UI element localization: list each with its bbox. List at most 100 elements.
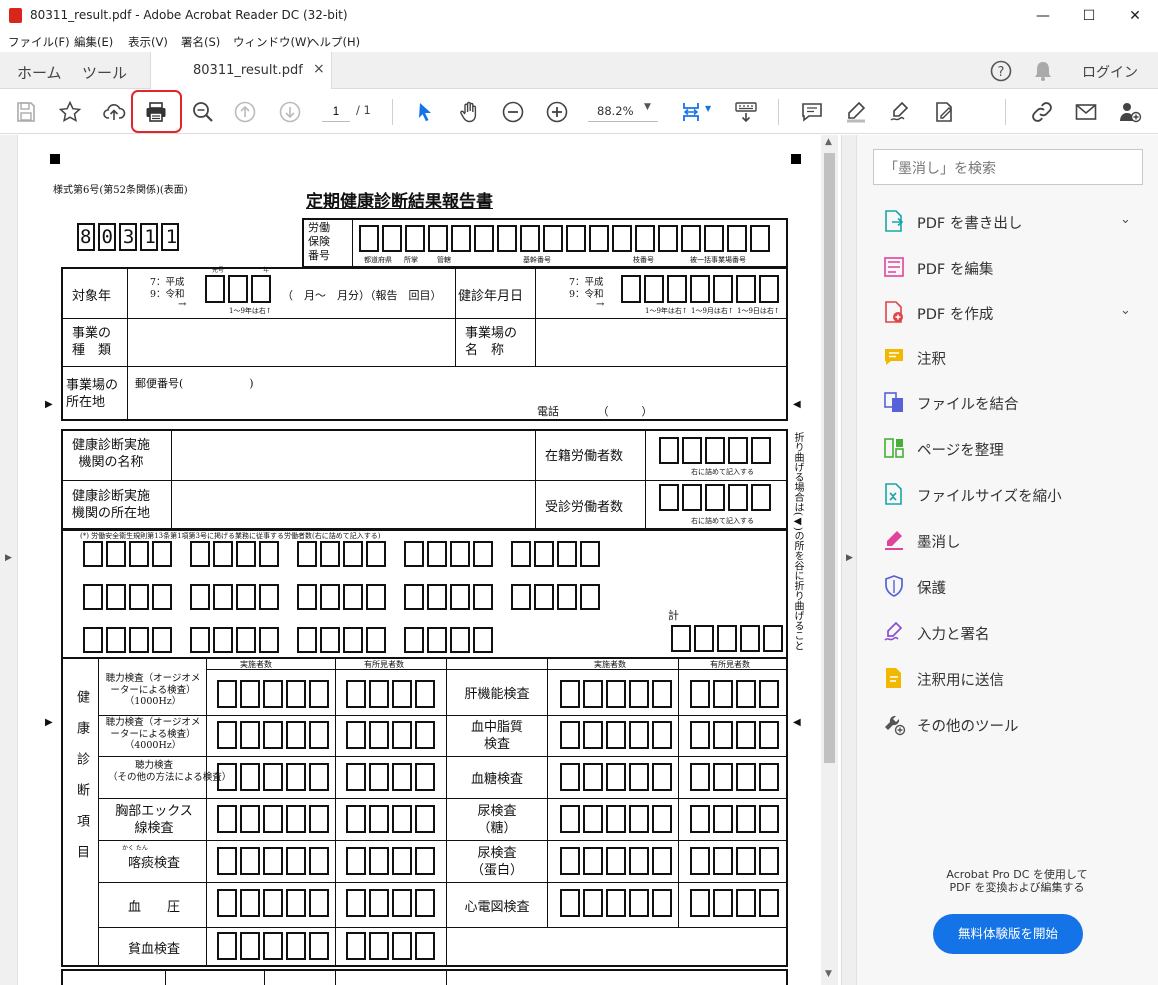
share-link-button[interactable] <box>1027 97 1057 127</box>
tab-home[interactable]: ホーム <box>17 62 62 83</box>
exam-count-field[interactable] <box>560 847 675 875</box>
hazard-row-2[interactable] <box>190 584 282 610</box>
exam-count-field[interactable] <box>217 680 332 708</box>
minimize-button[interactable]: — <box>1020 0 1066 32</box>
exam-count-field[interactable] <box>560 763 675 791</box>
tool-item[interactable]: 入力と署名 <box>877 616 1147 648</box>
exam-count-field[interactable] <box>690 721 782 749</box>
menu-view[interactable]: 表示(V) <box>128 34 168 50</box>
exam-count-field[interactable] <box>217 763 332 791</box>
tool-item[interactable]: 保護 <box>877 570 1147 602</box>
select-tool-button[interactable] <box>410 97 440 127</box>
exam-count-field[interactable] <box>560 805 675 833</box>
bookmark-button[interactable] <box>55 97 85 127</box>
highlight-button[interactable] <box>841 97 871 127</box>
chevron-down-icon[interactable]: ⌄ <box>1120 303 1131 318</box>
close-window-button[interactable]: ✕ <box>1112 0 1158 32</box>
hazard-row-1[interactable] <box>511 541 603 567</box>
scrollbar-thumb[interactable] <box>824 153 835 763</box>
exam-count-field[interactable] <box>560 721 675 749</box>
scroll-mode-button[interactable] <box>731 97 761 127</box>
next-page-button[interactable] <box>275 97 305 127</box>
exam-count-field[interactable] <box>217 847 332 875</box>
exam-count-field[interactable] <box>346 932 438 960</box>
page-number-input[interactable] <box>322 102 350 122</box>
hand-tool-button[interactable] <box>454 97 484 127</box>
exam-count-field[interactable] <box>217 932 332 960</box>
help-icon[interactable]: ? <box>989 59 1013 83</box>
save-button[interactable] <box>11 97 41 127</box>
tool-item[interactable]: 注釈用に送信 <box>877 662 1147 694</box>
exam-count-field[interactable] <box>560 680 675 708</box>
draw-button[interactable] <box>885 97 915 127</box>
tool-item[interactable]: その他のツール <box>877 708 1147 740</box>
tool-item[interactable]: 注釈 <box>877 341 1147 373</box>
hazard-row-2[interactable] <box>83 584 175 610</box>
add-user-button[interactable] <box>1115 97 1145 127</box>
comment-button[interactable] <box>797 97 827 127</box>
close-tab-icon[interactable]: × <box>313 61 325 77</box>
examined-workers-boxes[interactable] <box>659 484 774 511</box>
labor-insurance-number-boxes[interactable] <box>359 225 773 252</box>
hazard-row-2[interactable] <box>511 584 603 610</box>
upload-button[interactable] <box>99 97 129 127</box>
menu-file[interactable]: ファイル(F) <box>8 34 70 50</box>
menu-window[interactable]: ウィンドウ(W) <box>233 34 311 50</box>
find-button[interactable] <box>188 97 218 127</box>
exam-date-boxes[interactable] <box>621 275 782 303</box>
start-trial-button[interactable]: 無料体験版を開始 <box>933 914 1083 954</box>
tool-item[interactable]: ページを整理 <box>877 432 1147 464</box>
notification-bell-icon[interactable] <box>1032 59 1054 83</box>
tool-item[interactable]: PDF を編集 <box>877 251 1147 283</box>
menu-help[interactable]: ヘルプ(H) <box>308 34 360 50</box>
hazard-row-3[interactable] <box>404 627 496 653</box>
vertical-scrollbar[interactable]: ▲ ▼ <box>821 135 838 985</box>
target-year-boxes[interactable] <box>205 275 274 303</box>
zoom-out-button[interactable] <box>498 97 528 127</box>
exam-count-field[interactable] <box>560 889 675 917</box>
scroll-down-icon[interactable]: ▼ <box>825 969 832 979</box>
chevron-down-icon[interactable]: ⌄ <box>1120 212 1131 227</box>
exam-count-field[interactable] <box>690 680 782 708</box>
tab-tools[interactable]: ツール <box>82 62 127 83</box>
exam-count-field[interactable] <box>217 889 332 917</box>
hazard-row-2[interactable] <box>404 584 496 610</box>
menu-sign[interactable]: 署名(S) <box>181 34 220 50</box>
previous-page-button[interactable] <box>230 97 260 127</box>
collapse-pane-toggle[interactable]: ▶ <box>842 135 857 985</box>
tool-item[interactable]: ファイルサイズを縮小 <box>877 478 1147 510</box>
menu-edit[interactable]: 編集(E) <box>74 34 113 50</box>
hazard-row-2[interactable] <box>297 584 389 610</box>
exam-count-field[interactable] <box>690 805 782 833</box>
tab-document[interactable]: 80311_result.pdf × <box>150 52 332 90</box>
hazard-row-3[interactable] <box>83 627 175 653</box>
exam-count-field[interactable] <box>346 680 438 708</box>
exam-count-field[interactable] <box>346 805 438 833</box>
exam-count-field[interactable] <box>346 889 438 917</box>
fit-page-button[interactable] <box>676 97 706 127</box>
exam-count-field[interactable] <box>346 721 438 749</box>
hazard-row-1[interactable] <box>83 541 175 567</box>
hazard-row-1[interactable] <box>297 541 389 567</box>
print-button[interactable] <box>141 97 171 127</box>
exam-count-field[interactable] <box>690 889 782 917</box>
exam-count-field[interactable] <box>217 805 332 833</box>
tool-item[interactable]: PDF を書き出し ⌄ <box>877 205 1147 237</box>
scroll-up-icon[interactable]: ▲ <box>825 137 832 147</box>
exam-count-field[interactable] <box>346 847 438 875</box>
zoom-in-button[interactable] <box>542 97 572 127</box>
tool-item[interactable]: ファイルを結合 <box>877 386 1147 418</box>
maximize-button[interactable]: ☐ <box>1066 0 1112 32</box>
hazard-row-1[interactable] <box>190 541 282 567</box>
exam-count-field[interactable] <box>346 763 438 791</box>
zoom-select[interactable]: 88.2% ▼ <box>588 102 658 122</box>
fit-dropdown-icon[interactable]: ▼ <box>705 104 711 113</box>
exam-count-field[interactable] <box>690 763 782 791</box>
enrolled-workers-boxes[interactable] <box>659 437 774 464</box>
exam-count-field[interactable] <box>690 847 782 875</box>
hazard-row-3[interactable] <box>190 627 282 653</box>
hazard-row-1[interactable] <box>404 541 496 567</box>
fill-sign-button[interactable] <box>929 97 959 127</box>
total-boxes[interactable] <box>671 625 786 652</box>
exam-count-field[interactable] <box>217 721 332 749</box>
